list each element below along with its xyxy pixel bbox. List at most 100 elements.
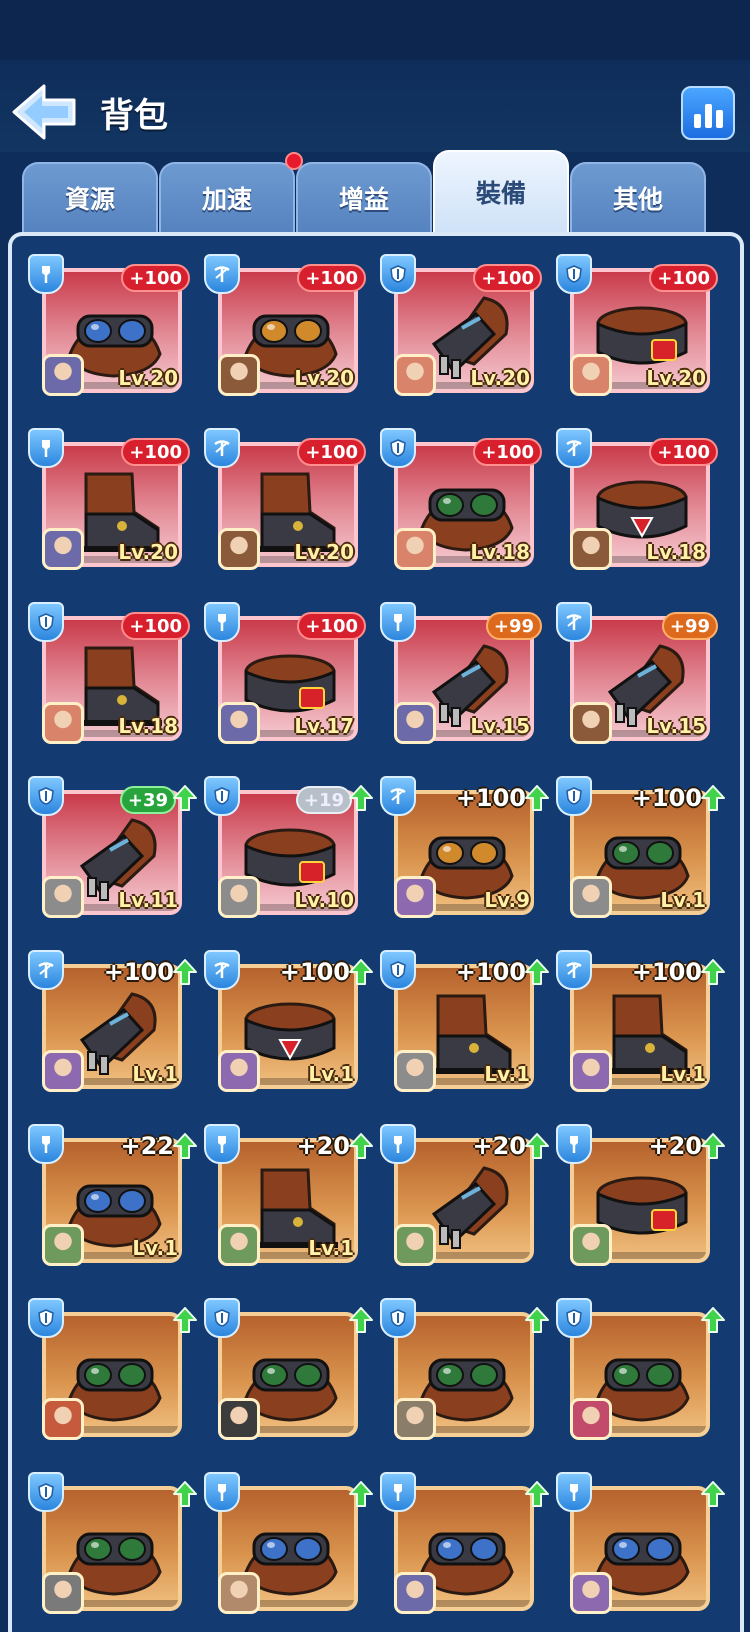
equipment-item[interactable]: +100 Lv.18 xyxy=(380,428,556,570)
bonus-badge: +100 xyxy=(297,438,366,466)
upgrade-arrow-icon xyxy=(701,959,725,985)
item-level: Lv.20 xyxy=(118,366,178,390)
equipment-item[interactable]: +100 Lv.20 xyxy=(28,428,204,570)
equipment-item[interactable]: +100 Lv.20 xyxy=(204,254,380,396)
equipment-item[interactable] xyxy=(28,1472,204,1614)
tab-equipment[interactable]: 裝備 xyxy=(433,150,569,232)
shovel-class-icon xyxy=(204,1124,240,1164)
equipment-item[interactable]: +100 Lv.9 xyxy=(380,776,556,918)
tab-speedup[interactable]: 加速 xyxy=(159,162,295,232)
upgrade-arrow-icon xyxy=(349,959,373,985)
shield-class-icon xyxy=(28,602,64,642)
item-level: Lv.1 xyxy=(308,1236,354,1260)
hero-avatar xyxy=(394,1050,436,1092)
equipment-item[interactable]: +39 Lv.11 xyxy=(28,776,204,918)
shield-class-icon xyxy=(556,1298,592,1338)
equipment-item[interactable]: +100 Lv.18 xyxy=(28,602,204,744)
hero-avatar xyxy=(218,1398,260,1440)
bonus-badge: +99 xyxy=(485,612,542,640)
equipment-item[interactable]: +100 Lv.20 xyxy=(28,254,204,396)
shovel-class-icon xyxy=(380,1124,416,1164)
equipment-item[interactable]: +22 Lv.1 xyxy=(28,1124,204,1266)
equipment-item[interactable] xyxy=(380,1298,556,1440)
equipment-item[interactable]: +99 Lv.15 xyxy=(380,602,556,744)
equipment-item[interactable] xyxy=(556,1472,732,1614)
shovel-class-icon xyxy=(204,1472,240,1512)
crossbow-class-icon xyxy=(204,254,240,294)
equipment-item[interactable]: +100 Lv.1 xyxy=(556,776,732,918)
hero-avatar xyxy=(42,528,84,570)
item-level: Lv.20 xyxy=(646,366,706,390)
equipment-item[interactable]: +19 Lv.10 xyxy=(204,776,380,918)
shovel-class-icon xyxy=(380,602,416,642)
back-arrow-icon[interactable] xyxy=(10,82,80,142)
equipment-item[interactable]: +100 Lv.20 xyxy=(204,428,380,570)
hero-avatar xyxy=(218,876,260,918)
crossbow-class-icon xyxy=(556,950,592,990)
item-level: Lv.20 xyxy=(294,366,354,390)
hero-avatar xyxy=(394,876,436,918)
page-title: 背包 xyxy=(100,96,168,136)
hero-avatar xyxy=(218,702,260,744)
bonus-badge: +19 xyxy=(295,786,352,814)
equipment-item[interactable]: +100 Lv.18 xyxy=(556,428,732,570)
hero-avatar xyxy=(218,528,260,570)
hero-avatar xyxy=(218,1050,260,1092)
bonus-badge: +20 xyxy=(296,1132,350,1160)
equipment-item[interactable]: +100 Lv.1 xyxy=(556,950,732,1092)
equipment-item[interactable]: +100 Lv.17 xyxy=(204,602,380,744)
hero-avatar xyxy=(394,702,436,744)
item-level: Lv.1 xyxy=(484,1062,530,1086)
shield-class-icon xyxy=(380,428,416,468)
item-level: Lv.9 xyxy=(484,888,530,912)
bonus-badge: +20 xyxy=(648,1132,702,1160)
hero-avatar xyxy=(42,1398,84,1440)
item-level: Lv.1 xyxy=(660,1062,706,1086)
item-level: Lv.11 xyxy=(118,888,178,912)
item-level: Lv.15 xyxy=(646,714,706,738)
bonus-badge: +22 xyxy=(120,1132,174,1160)
hero-avatar xyxy=(218,1572,260,1614)
hero-avatar xyxy=(570,702,612,744)
equipment-item[interactable]: +100 Lv.20 xyxy=(556,254,732,396)
bonus-badge: +100 xyxy=(297,264,366,292)
upgrade-arrow-icon xyxy=(173,785,197,811)
equipment-item[interactable]: +20 xyxy=(556,1124,732,1266)
bonus-badge: +100 xyxy=(473,438,542,466)
hero-avatar xyxy=(570,876,612,918)
item-level: Lv.15 xyxy=(470,714,530,738)
equipment-item[interactable]: +100 Lv.1 xyxy=(28,950,204,1092)
shovel-class-icon xyxy=(380,1472,416,1512)
bonus-badge: +100 xyxy=(279,958,350,986)
tab-boost[interactable]: 增益 xyxy=(296,162,432,232)
equipment-item[interactable]: +100 Lv.1 xyxy=(380,950,556,1092)
item-level: Lv.18 xyxy=(646,540,706,564)
hero-avatar xyxy=(394,354,436,396)
hero-avatar xyxy=(42,1224,84,1266)
hero-avatar xyxy=(42,1050,84,1092)
equipment-grid: +100 Lv.20 +100 Lv.20 +100 Lv.20 +100 Lv.20 … xyxy=(28,254,728,1614)
shovel-class-icon xyxy=(556,1124,592,1164)
item-level: Lv.20 xyxy=(470,366,530,390)
upgrade-arrow-icon xyxy=(525,785,549,811)
hero-avatar xyxy=(570,1572,612,1614)
hero-avatar xyxy=(42,876,84,918)
tab-other[interactable]: 其他 xyxy=(570,162,706,232)
equipment-item[interactable] xyxy=(28,1298,204,1440)
bonus-badge: +100 xyxy=(121,612,190,640)
equipment-item[interactable] xyxy=(204,1472,380,1614)
stats-button[interactable] xyxy=(681,86,735,140)
equipment-item[interactable] xyxy=(380,1472,556,1614)
equipment-item[interactable]: +100 Lv.20 xyxy=(380,254,556,396)
equipment-item[interactable]: +20 Lv.1 xyxy=(204,1124,380,1266)
shovel-class-icon xyxy=(556,1472,592,1512)
equipment-item[interactable]: +100 Lv.1 xyxy=(204,950,380,1092)
equipment-item[interactable] xyxy=(556,1298,732,1440)
equipment-item[interactable]: +99 Lv.15 xyxy=(556,602,732,744)
upgrade-arrow-icon xyxy=(173,1307,197,1333)
equipment-item[interactable]: +20 xyxy=(380,1124,556,1266)
equipment-item[interactable] xyxy=(204,1298,380,1440)
tab-resources[interactable]: 資源 xyxy=(22,162,158,232)
shovel-class-icon xyxy=(28,254,64,294)
hero-avatar xyxy=(570,354,612,396)
